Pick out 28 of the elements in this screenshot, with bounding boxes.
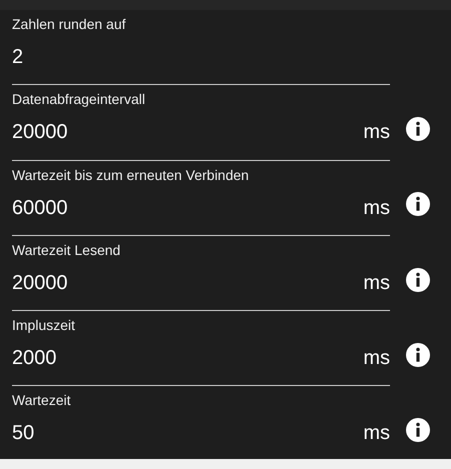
info-icon[interactable]: [406, 116, 430, 141]
input-field[interactable]: Datenabfrageintervall 20000 ms: [12, 85, 390, 161]
field-label: Wartezeit Lesend: [12, 240, 122, 259]
input-field[interactable]: Impluszeit 2000 ms: [12, 311, 390, 386]
unit-label: ms: [363, 120, 390, 144]
field-value: 20000: [12, 270, 68, 295]
field-value: 2000: [12, 346, 56, 370]
info-icon[interactable]: [406, 192, 430, 216]
unit-label: ms: [363, 421, 390, 446]
field-label: Impluszeit: [12, 316, 76, 334]
unit-label: ms: [363, 346, 390, 370]
input-field[interactable]: Zahlen runden auf 2: [12, 10, 390, 86]
field-value: 20000: [12, 120, 68, 144]
input-field[interactable]: Wartezeit bis zum erneuten Verbinden 60000 ms: [12, 160, 390, 236]
info-icon[interactable]: [406, 342, 430, 367]
field-label: Datenabfrageintervall: [12, 90, 146, 108]
field-value: 50: [12, 421, 34, 446]
unit-label: ms: [363, 196, 390, 220]
info-icon[interactable]: [406, 268, 430, 292]
field-value: 2: [12, 45, 24, 69]
input-field[interactable]: Wartezeit 50 ms: [12, 386, 390, 459]
unit-label: ms: [363, 270, 390, 295]
field-value: 60000: [12, 196, 68, 220]
field-label: Wartezeit bis zum erneuten Verbinden: [12, 166, 250, 184]
field-label: Zahlen runden auf: [12, 15, 127, 33]
input-field[interactable]: Wartezeit Lesend 20000 ms: [12, 236, 390, 312]
info-icon[interactable]: [406, 418, 430, 442]
field-label: Wartezeit: [12, 391, 72, 410]
